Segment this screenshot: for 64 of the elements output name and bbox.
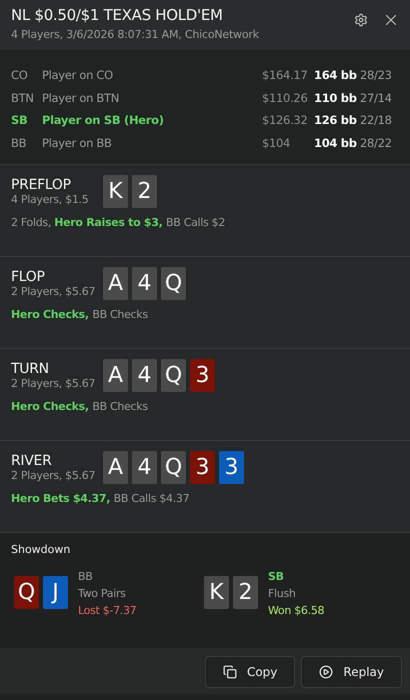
street-info: 2 Players, $5.67 bbox=[11, 285, 96, 298]
hand-result: Won $6.58 bbox=[268, 604, 324, 617]
player-bb: 126 bb bbox=[314, 113, 358, 128]
playing-card: 3 bbox=[190, 359, 215, 392]
copy-button[interactable]: Copy bbox=[204, 656, 296, 688]
player-stack: $126.32 bbox=[262, 113, 308, 128]
player-stats: 27/14 bbox=[360, 90, 393, 105]
playing-card: 3 bbox=[190, 451, 215, 484]
player-name: Player on CO bbox=[42, 68, 114, 82]
player-name: Player on SB (Hero) bbox=[42, 113, 165, 128]
player-stack: $110.26 bbox=[262, 90, 308, 105]
hand-result: Lost $-7.37 bbox=[78, 604, 136, 617]
playing-card: K bbox=[204, 576, 229, 609]
action-line: Hero Bets $4.37, BB Calls $4.37 bbox=[11, 492, 190, 505]
player-position: CO bbox=[11, 68, 28, 82]
player-stack: $164.17 bbox=[262, 68, 308, 82]
hand-subtitle: 4 Players, 3/6/2026 8:07:31 AM, ChicoNetwork bbox=[11, 28, 259, 41]
action-line: 2 Folds, Hero Raises to $3, BB Calls $2 bbox=[11, 216, 226, 229]
settings-icon[interactable] bbox=[354, 13, 368, 27]
playing-card: 2 bbox=[233, 576, 258, 609]
player-stats: 28/23 bbox=[360, 68, 393, 82]
player-bb: 164 bb bbox=[314, 68, 358, 82]
street-name: FLOP bbox=[11, 269, 46, 285]
playing-card: 3 bbox=[219, 451, 244, 484]
player-bb: 104 bb bbox=[314, 136, 358, 150]
street-name: PREFLOP bbox=[11, 177, 72, 193]
player-stack: $104 bbox=[262, 136, 292, 150]
player-position: SB bbox=[11, 113, 28, 128]
playing-card: A bbox=[103, 267, 128, 300]
player-stats: 28/22 bbox=[360, 136, 393, 150]
player-name: Player on BTN bbox=[42, 90, 120, 105]
player-stats: 22/18 bbox=[360, 113, 393, 128]
playing-card: 2 bbox=[132, 175, 157, 208]
showdown-title: Showdown bbox=[11, 543, 72, 556]
street-info: 2 Players, $5.67 bbox=[11, 377, 96, 390]
window-title: NL $0.50/$1 TEXAS HOLD'EM bbox=[11, 6, 224, 24]
playing-card: 4 bbox=[132, 359, 157, 392]
street-info: 2 Players, $5.67 bbox=[11, 469, 96, 482]
playing-card: K bbox=[103, 175, 128, 208]
showdown-position: SB bbox=[268, 570, 285, 583]
street-info: 4 Players, $1.5 bbox=[11, 193, 90, 206]
hand-rank: Flush bbox=[268, 587, 297, 600]
player-name: Player on BB bbox=[42, 136, 113, 150]
player-position: BB bbox=[11, 136, 28, 150]
playing-card: Q bbox=[14, 576, 39, 609]
showdown-position: BB bbox=[78, 570, 94, 583]
playing-card: Q bbox=[161, 451, 186, 484]
playing-card: Q bbox=[161, 267, 186, 300]
playing-card: J bbox=[43, 576, 68, 609]
player-position: BTN bbox=[11, 90, 35, 105]
playing-card: A bbox=[103, 359, 128, 392]
playing-card: Q bbox=[161, 359, 186, 392]
playing-card: 4 bbox=[132, 451, 157, 484]
copy-icon bbox=[222, 664, 237, 678]
action-line: Hero Checks, BB Checks bbox=[11, 308, 149, 321]
replay-button[interactable]: Replay bbox=[301, 656, 402, 688]
playing-card: A bbox=[103, 451, 128, 484]
street-name: RIVER bbox=[11, 453, 53, 469]
player-bb: 110 bb bbox=[314, 90, 358, 105]
playing-card: 4 bbox=[132, 267, 157, 300]
street-name: TURN bbox=[11, 361, 50, 377]
hand-rank: Two Pairs bbox=[78, 587, 127, 600]
action-line: Hero Checks, BB Checks bbox=[11, 400, 149, 413]
play-circle-icon bbox=[319, 664, 334, 678]
